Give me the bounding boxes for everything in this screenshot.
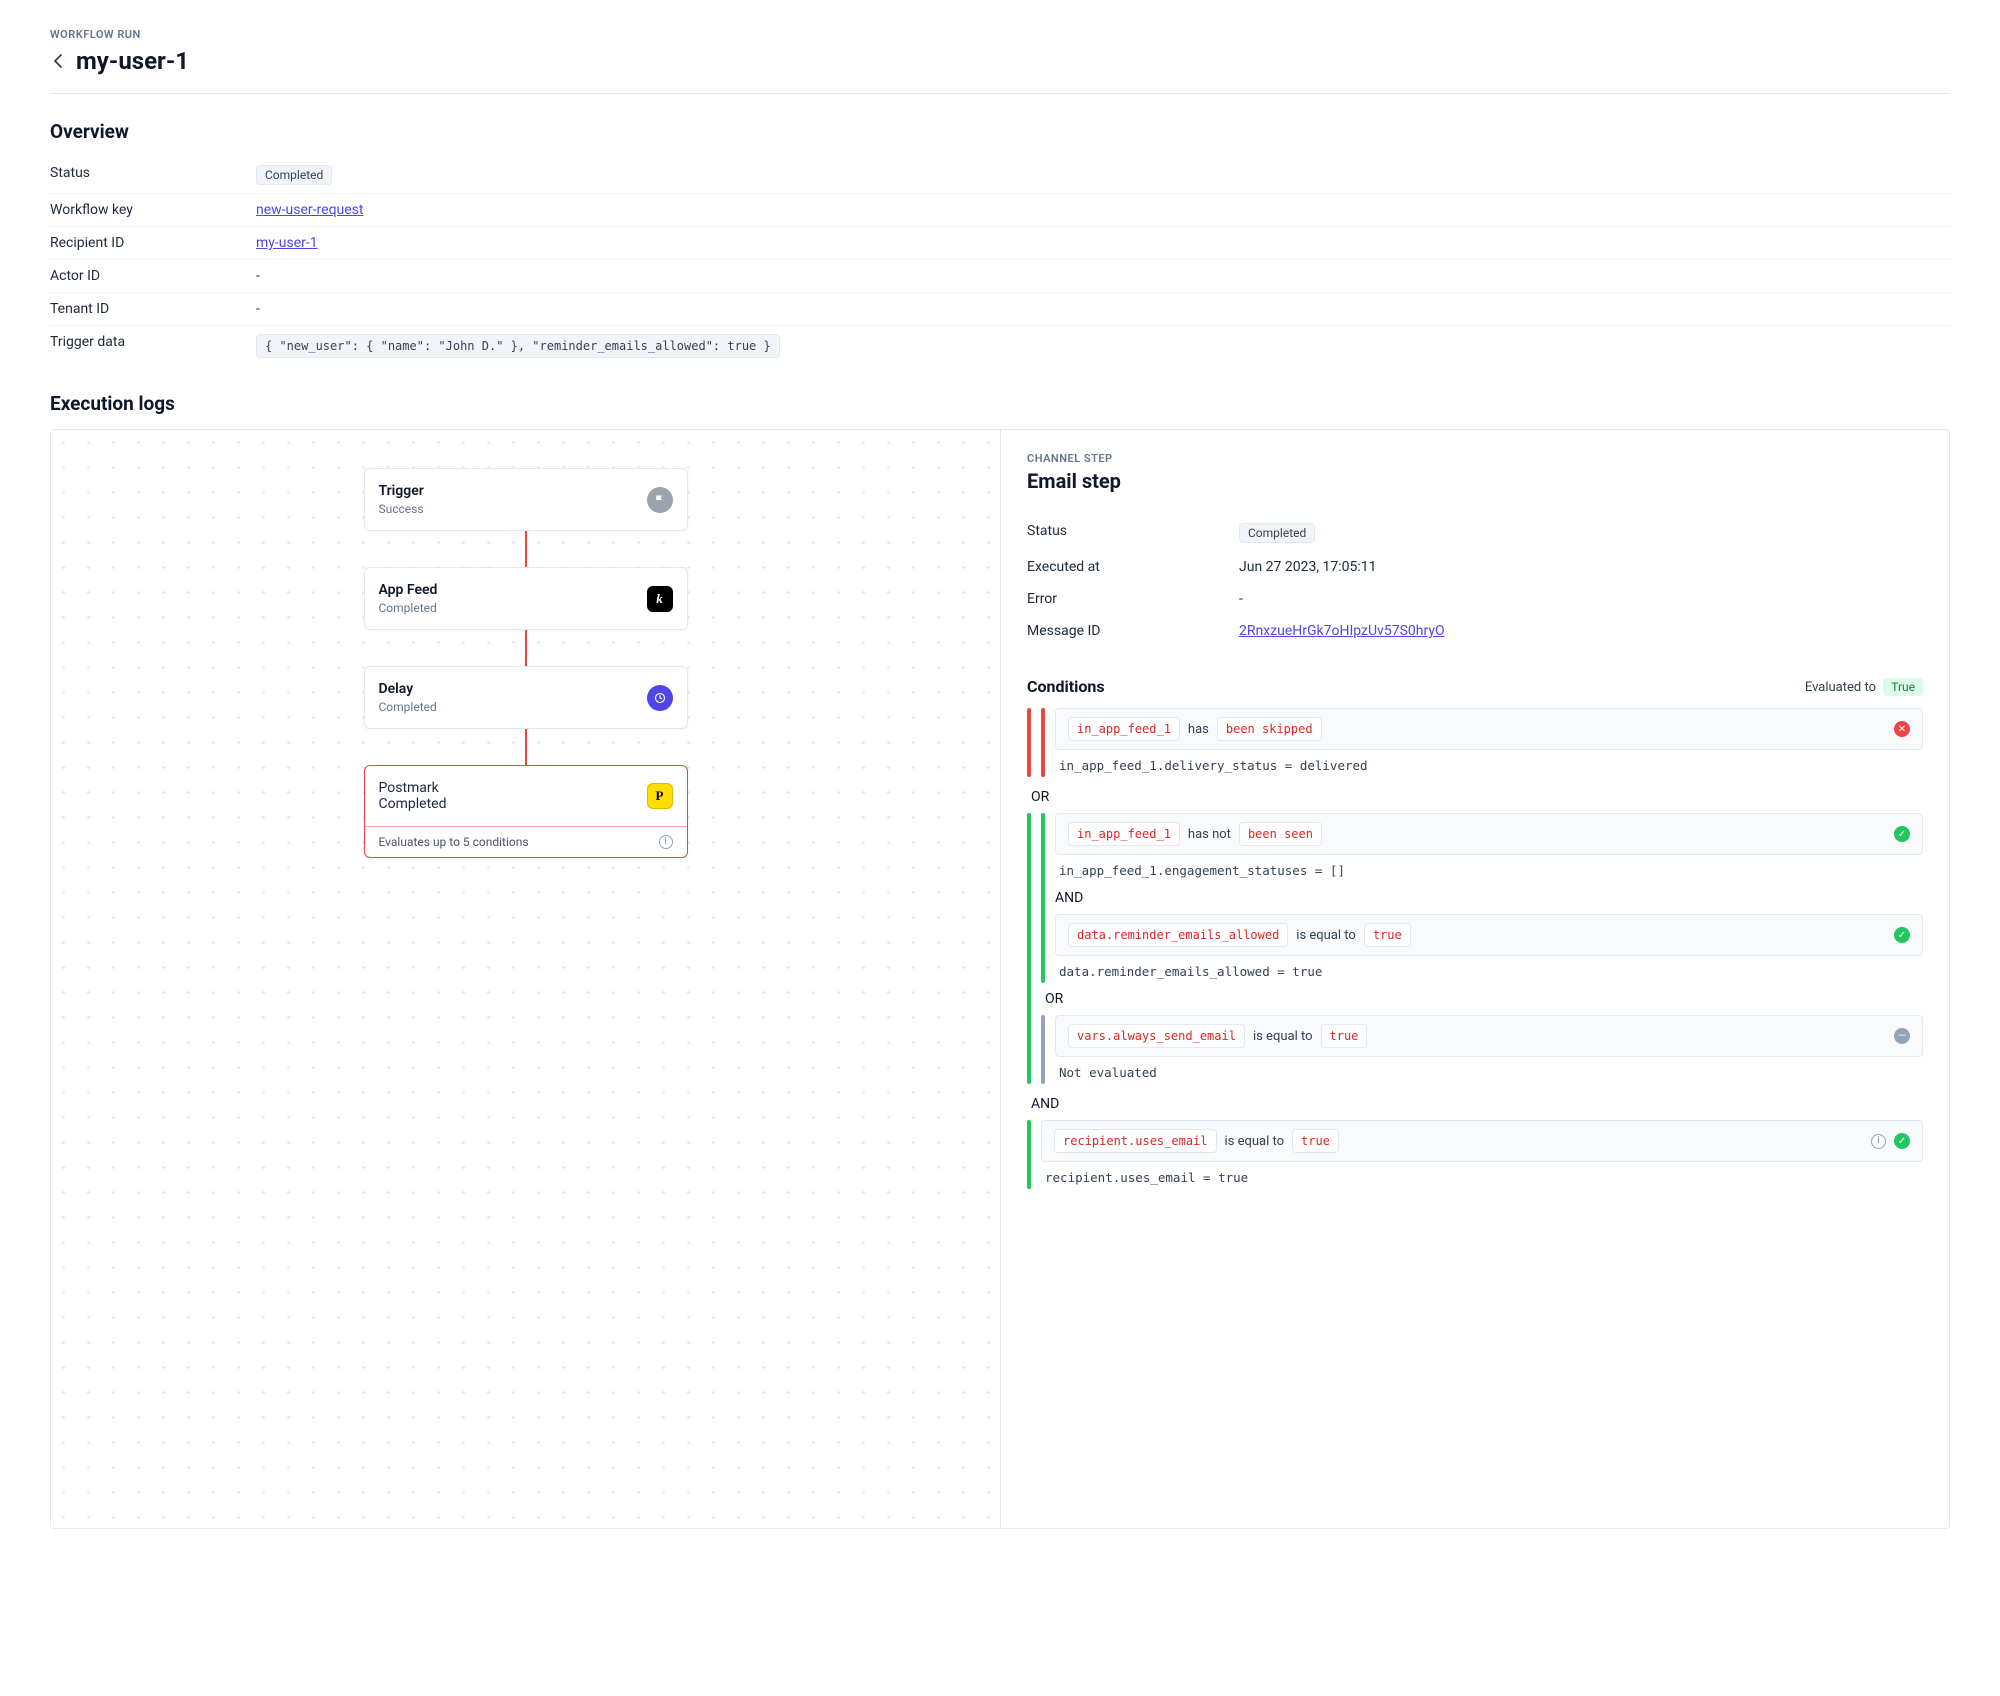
step-title: Email step [1027,469,1923,493]
status-label: Status [50,165,256,185]
info-icon[interactable]: i [659,835,673,849]
workflow-canvas: Trigger Success App Feed Completed k [51,430,1000,1528]
workflow-key-label: Workflow key [50,202,256,218]
node-trigger-title: Trigger [379,483,424,499]
evaluated-to-badge: True [1883,678,1923,696]
cond-joiner-or: OR [1041,983,1923,1015]
info-icon[interactable]: i [1871,1134,1886,1149]
tenant-id-value: - [256,301,260,317]
node-app-feed[interactable]: App Feed Completed k [364,567,688,630]
channel-step-label: CHANNEL STEP [1027,452,1923,465]
condition-card-2: in_app_feed_1 has not been seen ✓ [1055,813,1923,855]
condition-card-5: recipient.uses_email is equal to true i … [1041,1120,1923,1162]
workflow-key-link[interactable]: new-user-request [256,202,363,218]
clock-icon [647,685,673,711]
condition-val: true [1364,923,1411,947]
postmark-icon: P [647,783,673,809]
flag-icon [647,487,673,513]
pass-icon: ✓ [1894,826,1910,842]
stripe-red [1027,708,1031,777]
condition-op: is equal to [1296,928,1356,943]
pass-icon: ✓ [1894,927,1910,943]
condition-group-1: in_app_feed_1 has been skipped ✕ in_app_… [1027,708,1923,777]
condition-var: in_app_feed_1 [1068,822,1180,846]
detail-status-label: Status [1027,523,1239,543]
condition-card-3: data.reminder_emails_allowed is equal to… [1055,914,1923,956]
condition-var: vars.always_send_email [1068,1024,1245,1048]
executed-at-value: Jun 27 2023, 17:05:11 [1239,559,1377,575]
node-postmark-footer: Evaluates up to 5 conditions [379,835,529,849]
condition-val: true [1292,1129,1339,1153]
stripe-green [1027,813,1031,1084]
message-id-label: Message ID [1027,623,1239,639]
actor-id-value: - [256,268,260,284]
condition-val: true [1321,1024,1368,1048]
skip-icon: — [1894,1028,1910,1044]
condition-val: been skipped [1217,717,1322,741]
stripe-green [1027,1120,1031,1189]
node-trigger-sub: Success [379,502,424,516]
condition-var: recipient.uses_email [1054,1129,1217,1153]
condition-detail: data.reminder_emails_allowed = true [1055,956,1923,983]
overview-table: Status Completed Workflow key new-user-r… [50,157,1950,366]
condition-op: is equal to [1253,1029,1313,1044]
cond-joiner-and: AND [1055,882,1923,914]
node-app-feed-sub: Completed [379,601,438,615]
condition-op: has [1188,722,1209,737]
actor-id-label: Actor ID [50,268,256,284]
page-title: my-user-1 [76,47,189,75]
error-value: - [1239,591,1243,607]
cond-joiner-or: OR [1027,781,1923,813]
node-postmark-title: Postmark [379,780,447,796]
node-postmark-sub: Completed [379,796,447,812]
back-chevron-icon[interactable] [50,53,66,69]
connector-line [525,729,527,765]
condition-card-4: vars.always_send_email is equal to true … [1055,1015,1923,1057]
recipient-id-link[interactable]: my-user-1 [256,235,318,251]
tenant-id-label: Tenant ID [50,301,256,317]
node-delay-title: Delay [379,681,437,697]
node-postmark[interactable]: Postmark Completed P Evaluates up to 5 c… [364,765,688,858]
trigger-data-label: Trigger data [50,334,256,358]
cond-joiner-and: AND [1027,1088,1923,1120]
condition-var: in_app_feed_1 [1068,717,1180,741]
fail-icon: ✕ [1894,721,1910,737]
step-detail-panel: CHANNEL STEP Email step Status Completed… [1000,430,1949,1528]
connector-line [525,531,527,567]
message-id-link[interactable]: 2RnxzueHrGk7oHIpzUv57S0hryO [1239,623,1445,639]
execution-logs-heading: Execution logs [50,392,1950,415]
node-delay-sub: Completed [379,700,437,714]
evaluated-to-label: Evaluated to [1805,680,1876,695]
pass-icon: ✓ [1894,1133,1910,1149]
condition-group-3: recipient.uses_email is equal to true i … [1027,1120,1923,1189]
condition-detail: in_app_feed_1.delivery_status = delivere… [1055,750,1923,777]
stripe-red [1041,708,1045,777]
condition-var: data.reminder_emails_allowed [1068,923,1288,947]
condition-detail: Not evaluated [1055,1057,1923,1084]
stripe-grey [1041,1015,1045,1084]
trigger-data-value: { "new_user": { "name": "John D." }, "re… [256,334,780,358]
detail-status-badge: Completed [1239,523,1315,543]
recipient-id-label: Recipient ID [50,235,256,251]
overview-heading: Overview [50,120,1950,143]
condition-group-2: in_app_feed_1 has not been seen ✓ in_app… [1027,813,1923,1084]
node-app-feed-title: App Feed [379,582,438,598]
app-feed-icon: k [647,586,673,612]
stripe-green [1041,813,1045,983]
executed-at-label: Executed at [1027,559,1239,575]
condition-card-1: in_app_feed_1 has been skipped ✕ [1055,708,1923,750]
connector-line [525,630,527,666]
condition-detail: recipient.uses_email = true [1041,1162,1923,1189]
node-trigger[interactable]: Trigger Success [364,468,688,531]
condition-op: has not [1188,827,1231,842]
node-delay[interactable]: Delay Completed [364,666,688,729]
status-badge: Completed [256,165,332,185]
workflow-run-eyebrow: WORKFLOW RUN [50,28,1950,41]
condition-val: been seen [1239,822,1322,846]
conditions-heading: Conditions [1027,677,1105,696]
error-label: Error [1027,591,1239,607]
condition-detail: in_app_feed_1.engagement_statuses = [] [1055,855,1923,882]
condition-op: is equal to [1225,1134,1285,1149]
